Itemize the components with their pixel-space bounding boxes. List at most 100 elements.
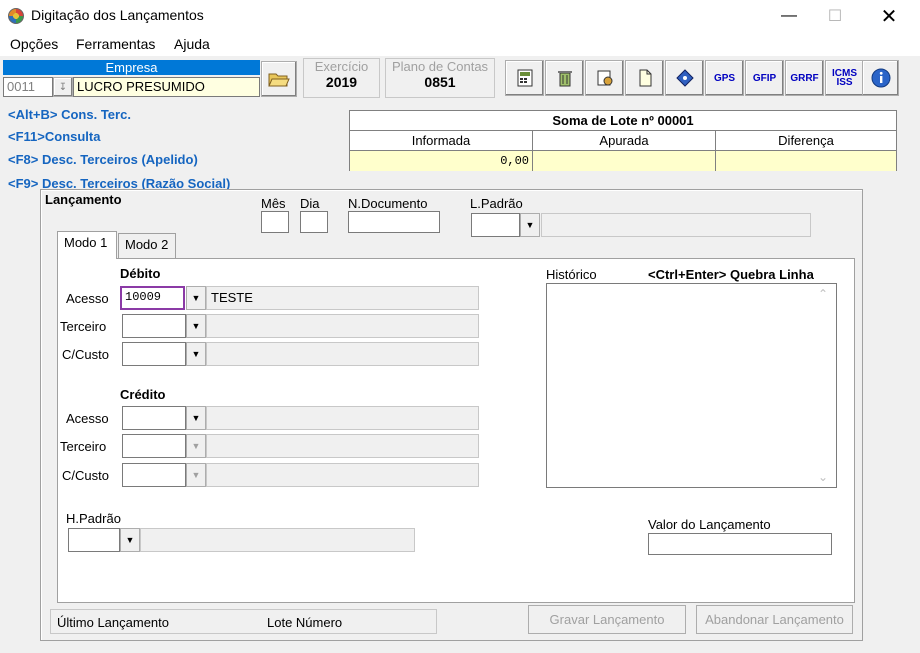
l-padrao-input[interactable] bbox=[471, 213, 520, 237]
gfip-label: GFIP bbox=[752, 72, 777, 84]
credito-terceiro-desc bbox=[206, 434, 479, 458]
menu-opcoes[interactable]: Opções bbox=[10, 36, 58, 52]
shortcut-consulta: <F11>Consulta bbox=[8, 129, 101, 144]
plano-value: 0851 bbox=[424, 74, 456, 90]
debito-terceiro-label: Terceiro bbox=[60, 319, 107, 334]
compass-icon bbox=[675, 69, 694, 87]
gps-label: GPS bbox=[713, 72, 736, 84]
valor-label: Valor do Lançamento bbox=[648, 517, 771, 532]
h-padrao-input[interactable] bbox=[68, 528, 120, 552]
n-documento-label: N.Documento bbox=[348, 196, 428, 211]
lote-diferenca-value bbox=[716, 151, 896, 171]
debito-ccusto-input[interactable] bbox=[122, 342, 186, 366]
status-bar: Último Lançamento Lote Número bbox=[50, 609, 437, 634]
credito-terceiro-dropdown-icon[interactable]: ▼ bbox=[186, 434, 206, 458]
credito-terceiro-input[interactable] bbox=[122, 434, 186, 458]
grrf-label: GRRF bbox=[790, 72, 819, 84]
calculator-icon bbox=[517, 69, 532, 87]
credito-acesso-input[interactable] bbox=[122, 406, 186, 430]
scroll-up-icon[interactable]: ⌃ bbox=[818, 287, 828, 301]
plano-box: Plano de Contas 0851 bbox=[385, 58, 495, 98]
empresa-header: Empresa bbox=[3, 60, 260, 75]
exercicio-label: Exercício bbox=[314, 59, 369, 74]
credito-ccusto-input[interactable] bbox=[122, 463, 186, 487]
historico-label: Histórico bbox=[546, 267, 597, 282]
shortcut-cons-terc: <Alt+B> Cons. Terc. bbox=[8, 107, 131, 122]
credito-terceiro-label: Terceiro bbox=[60, 439, 107, 454]
credito-title: Crédito bbox=[120, 387, 166, 402]
debito-terceiro-dropdown-icon[interactable]: ▼ bbox=[186, 314, 206, 338]
debito-acesso-desc: TESTE bbox=[206, 286, 479, 310]
debito-title: Débito bbox=[120, 266, 161, 281]
empresa-lookup-icon[interactable]: ↧ bbox=[53, 77, 73, 97]
folder-open-icon bbox=[268, 73, 290, 87]
scroll-down-icon[interactable]: ⌄ bbox=[818, 470, 828, 484]
debito-ccusto-label: C/Custo bbox=[62, 347, 109, 362]
toolbar-new-button[interactable] bbox=[625, 60, 664, 96]
credito-ccusto-desc bbox=[206, 463, 479, 487]
lote-informada-value: 0,00 bbox=[350, 151, 533, 171]
toolbar-config-button[interactable] bbox=[585, 60, 624, 96]
lote-title: Soma de Lote nº 00001 bbox=[350, 111, 896, 131]
lote-col-apurada: Apurada bbox=[533, 131, 716, 151]
lote-col-diferenca: Diferença bbox=[716, 131, 896, 151]
lote-apurada-value bbox=[533, 151, 716, 171]
exercicio-value: 2019 bbox=[325, 74, 358, 90]
h-padrao-label: H.Padrão bbox=[66, 511, 121, 526]
dia-label: Dia bbox=[300, 196, 320, 211]
menu-ferramentas[interactable]: Ferramentas bbox=[76, 36, 155, 52]
toolbar-delete-button[interactable] bbox=[545, 60, 584, 96]
close-icon[interactable]: ✕ bbox=[866, 0, 912, 32]
debito-ccusto-dropdown-icon[interactable]: ▼ bbox=[186, 342, 206, 366]
window-title: Digitação dos Lançamentos bbox=[31, 7, 204, 23]
debito-acesso-input[interactable]: 10009 bbox=[120, 286, 185, 310]
settings-icon bbox=[597, 70, 612, 86]
lancamento-title: Lançamento bbox=[45, 192, 122, 207]
debito-acesso-dropdown-icon[interactable]: ▼ bbox=[186, 286, 206, 310]
toolbar-nav-button[interactable] bbox=[665, 60, 704, 96]
lote-numero-label: Lote Número bbox=[267, 615, 343, 630]
debito-terceiro-input[interactable] bbox=[122, 314, 186, 338]
credito-ccusto-label: C/Custo bbox=[62, 468, 109, 483]
toolbar-info-button[interactable] bbox=[862, 60, 899, 96]
credito-ccusto-dropdown-icon[interactable]: ▼ bbox=[186, 463, 206, 487]
mes-label: Mês bbox=[261, 196, 286, 211]
open-folder-button[interactable] bbox=[261, 61, 297, 97]
toolbar-icms-iss-button[interactable]: ICMS ISS bbox=[825, 60, 864, 96]
credito-acesso-dropdown-icon[interactable]: ▼ bbox=[186, 406, 206, 430]
h-padrao-desc bbox=[140, 528, 415, 552]
toolbar-grrf-button[interactable]: GRRF bbox=[785, 60, 824, 96]
debito-acesso-label: Acesso bbox=[66, 291, 109, 306]
valor-input[interactable] bbox=[648, 533, 832, 555]
menu-ajuda[interactable]: Ajuda bbox=[174, 36, 210, 52]
iss-label: ISS bbox=[836, 77, 853, 88]
h-padrao-dropdown-icon[interactable]: ▼ bbox=[120, 528, 140, 552]
maximize-icon[interactable]: ☐ bbox=[812, 0, 858, 32]
l-padrao-label: L.Padrão bbox=[470, 196, 523, 211]
l-padrao-dropdown-icon[interactable]: ▼ bbox=[520, 213, 540, 237]
shortcut-desc-apelido: <F8> Desc. Terceiros (Apelido) bbox=[8, 152, 198, 167]
empresa-code-field[interactable]: 0011 bbox=[3, 77, 53, 97]
debito-terceiro-desc bbox=[206, 314, 479, 338]
plano-label: Plano de Contas bbox=[391, 59, 489, 74]
mes-input[interactable] bbox=[261, 211, 289, 233]
n-documento-input[interactable] bbox=[348, 211, 440, 233]
credito-acesso-label: Acesso bbox=[66, 411, 109, 426]
minimize-icon[interactable]: — bbox=[766, 0, 812, 32]
tab-modo-1[interactable]: Modo 1 bbox=[57, 231, 117, 259]
credito-acesso-desc bbox=[206, 406, 479, 430]
toolbar-gfip-button[interactable]: GFIP bbox=[745, 60, 784, 96]
toolbar-calc-button[interactable] bbox=[505, 60, 544, 96]
info-icon bbox=[871, 68, 890, 88]
trash-icon bbox=[557, 71, 572, 87]
historico-textarea[interactable] bbox=[546, 283, 837, 488]
dia-input[interactable] bbox=[300, 211, 328, 233]
ultimo-lancamento-label: Último Lançamento bbox=[57, 615, 169, 630]
historico-hint: <Ctrl+Enter> Quebra Linha bbox=[648, 267, 814, 282]
gravar-lancamento-button[interactable]: Gravar Lançamento bbox=[528, 605, 686, 634]
abandonar-lancamento-button[interactable]: Abandonar Lançamento bbox=[696, 605, 853, 634]
app-icon bbox=[8, 8, 24, 24]
toolbar-gps-button[interactable]: GPS bbox=[705, 60, 744, 96]
tab-modo-2[interactable]: Modo 2 bbox=[118, 233, 176, 258]
lote-summary-table: Soma de Lote nº 00001 Informada Apurada … bbox=[349, 110, 897, 171]
